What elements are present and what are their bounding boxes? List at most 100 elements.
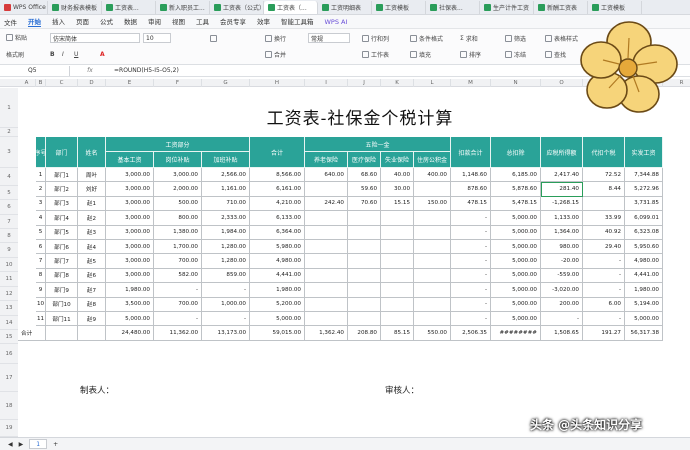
table-cell[interactable]: 5,194.00 [625,297,663,312]
conditional-format-button[interactable]: 条件格式 [410,33,443,43]
table-cell[interactable]: 5,980.00 [250,240,305,255]
table-cell[interactable] [305,254,348,269]
table-cell[interactable]: 3,731.85 [625,196,663,212]
table-cell[interactable]: 6,364.00 [250,225,305,240]
total-row-cell[interactable]: 1,508.65 [541,326,583,341]
row-header[interactable]: 3 [0,137,18,168]
table-cell[interactable]: 6,161.00 [250,182,305,197]
table-cell[interactable]: 640.00 [305,168,348,183]
table-cell[interactable]: 6 [36,240,46,255]
table-cell[interactable]: - [451,240,491,255]
table-cell[interactable]: 7 [36,254,46,269]
total-row-cell[interactable]: ######## [491,326,541,341]
table-cell[interactable]: 150.00 [414,196,451,212]
table-cell[interactable]: 5,000.00 [625,312,663,327]
table-cell[interactable]: 3,000.00 [106,168,154,183]
table-cell[interactable]: 部门6 [46,240,78,255]
table-cell[interactable]: 1,980.00 [625,283,663,298]
table-cell[interactable] [414,268,451,284]
table-cell[interactable]: 70.60 [348,196,381,212]
total-row-cell[interactable] [78,326,106,341]
table-cell[interactable]: - [451,254,491,269]
document-tab[interactable]: 工资明细表 [318,1,372,14]
table-cell[interactable]: 赵3 [78,225,106,240]
table-cell[interactable]: 1,980.00 [250,283,305,298]
table-cell[interactable] [305,240,348,255]
table-cell[interactable]: 部门3 [46,196,78,212]
table-cell[interactable] [381,283,414,298]
table-cell[interactable]: 5,000.00 [491,283,541,298]
table-cell[interactable]: - [154,312,202,327]
sum-button[interactable]: Σ 求和 [460,33,478,43]
total-row-cell[interactable]: 2,506.35 [451,326,491,341]
menu-item[interactable]: 智能工具箱 [281,16,314,27]
table-cell[interactable] [381,297,414,312]
table-cell[interactable] [414,312,451,327]
table-cell[interactable]: 5,000.00 [491,225,541,240]
document-tab[interactable]: 生产计件工资 [480,1,534,14]
column-header[interactable]: E [106,79,154,87]
column-header[interactable]: M [451,79,491,87]
table-cell[interactable] [381,312,414,327]
format-painter-button[interactable]: 格式刷 [6,49,24,59]
table-cell[interactable]: -20.00 [541,254,583,269]
table-cell[interactable]: 1,980.00 [106,283,154,298]
menu-item[interactable]: 数据 [124,16,137,27]
table-cell[interactable] [348,312,381,327]
italic-button[interactable]: I [62,49,64,59]
row-header[interactable]: 5 [0,186,18,200]
table-cell[interactable]: 周叶 [78,168,106,183]
document-tab[interactable]: 社保表... [426,1,480,14]
table-cell[interactable]: 3,000.00 [154,168,202,183]
table-cell[interactable]: 5,950.60 [625,240,663,255]
table-cell[interactable]: 刘好 [78,182,106,197]
table-cell[interactable] [348,297,381,312]
total-row-cell[interactable]: 208.80 [348,326,381,341]
prev-sheet-icon[interactable]: ◀ [8,441,13,448]
table-cell[interactable]: 5,200.00 [250,297,305,312]
table-cell[interactable] [414,225,451,240]
table-cell[interactable] [305,268,348,284]
table-cell[interactable]: 赵6 [78,268,106,284]
row-header[interactable]: 4 [0,168,18,186]
table-cell[interactable]: 281.40 [541,182,583,197]
table-cell[interactable]: 1,161.00 [202,182,250,197]
table-cell[interactable] [414,211,451,226]
paste-button[interactable]: 粘贴 [6,32,27,42]
table-cell[interactable]: 9 [36,283,46,298]
table-cell[interactable]: -1,268.15 [541,196,583,212]
table-cell[interactable]: 5,000.00 [250,312,305,327]
table-cell[interactable]: - [451,297,491,312]
table-cell[interactable]: 2,333.00 [202,211,250,226]
font-color-button[interactable]: A [100,49,105,59]
sheet-tab-1[interactable]: 1 [29,439,48,449]
document-tab[interactable]: 工资表（... [264,1,318,14]
table-cell[interactable]: 1,380.00 [154,225,202,240]
table-cell[interactable]: 5,000.00 [491,268,541,284]
table-cell[interactable]: 赵9 [78,312,106,327]
table-cell[interactable] [305,312,348,327]
table-cell[interactable]: - [451,268,491,284]
number-format-select[interactable]: 常规 [308,33,350,43]
table-cell[interactable]: 3,000.00 [106,211,154,226]
table-cell[interactable]: 582.00 [154,268,202,284]
table-cell[interactable]: 6,185.00 [491,168,541,183]
table-cell[interactable] [381,211,414,226]
table-cell[interactable]: 1 [36,168,46,183]
table-cell[interactable] [348,240,381,255]
table-cell[interactable] [305,211,348,226]
total-row-cell[interactable]: 11,362.00 [154,326,202,341]
fill-button[interactable]: 填充 [410,49,431,59]
table-cell[interactable]: 29.40 [583,240,625,255]
column-header[interactable]: H [250,79,305,87]
table-cell[interactable] [381,225,414,240]
row-header[interactable]: 18 [0,392,18,420]
row-header[interactable]: 1 [0,88,18,128]
table-cell[interactable]: 3,000.00 [106,182,154,197]
table-cell[interactable] [381,268,414,284]
table-cell[interactable]: - [202,312,250,327]
table-cell[interactable]: 3,000.00 [106,225,154,240]
total-row-cell[interactable]: 56,317.38 [625,326,663,341]
table-cell[interactable] [348,283,381,298]
table-cell[interactable] [414,240,451,255]
